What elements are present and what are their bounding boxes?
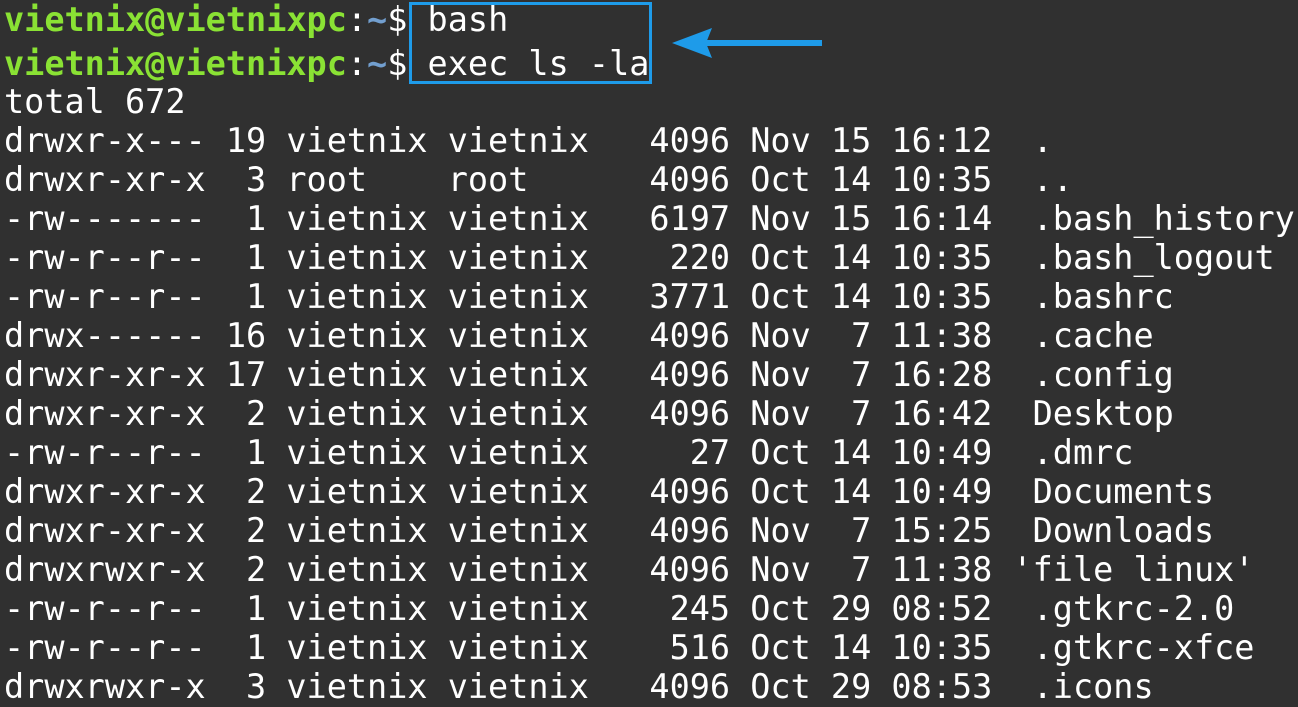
prompt-path: ~ (367, 0, 388, 39)
prompt-dollar: $ (387, 0, 408, 39)
prompt-separator: : (346, 44, 368, 83)
output-line: -rw-r--r-- 1 vietnix vietnix 220 Oct 14 … (4, 238, 1275, 277)
terminal-window[interactable]: vietnix@vietnixpc:~$ bash vietnix@vietni… (0, 0, 1298, 707)
command-highlight-box (409, 2, 652, 84)
output-line-total: total 672 (4, 82, 186, 121)
output-line: drwxr-xr-x 2 vietnix vietnix 4096 Oct 14… (4, 472, 1215, 511)
output-line: drwxrwxr-x 2 vietnix vietnix 4096 Nov 7 … (4, 550, 1255, 589)
output-line: drwxr-xr-x 2 vietnix vietnix 4096 Nov 7 … (4, 394, 1174, 433)
output-line: -rw------- 1 vietnix vietnix 6197 Nov 15… (4, 199, 1295, 238)
output-line: -rw-r--r-- 1 vietnix vietnix 245 Oct 29 … (4, 589, 1235, 628)
output-line: drwxr-xr-x 17 vietnix vietnix 4096 Nov 7… (4, 355, 1174, 394)
prompt-user-host: vietnix@vietnixpc (4, 0, 347, 39)
output-line: drwx------ 16 vietnix vietnix 4096 Nov 7… (4, 316, 1154, 355)
prompt-separator: : (346, 0, 368, 39)
output-line: drwxr-x--- 19 vietnix vietnix 4096 Nov 1… (4, 121, 1053, 160)
arrow-left-icon (672, 28, 822, 58)
prompt-user-host: vietnix@vietnixpc (4, 44, 347, 83)
output-line: drwxr-xr-x 2 vietnix vietnix 4096 Nov 7 … (4, 511, 1215, 550)
prompt-path: ~ (367, 44, 388, 83)
output-line: -rw-r--r-- 1 vietnix vietnix 3771 Oct 14… (4, 277, 1174, 316)
output-line: -rw-r--r-- 1 vietnix vietnix 516 Oct 14 … (4, 628, 1255, 667)
prompt-dollar: $ (387, 44, 408, 83)
output-line: drwxr-xr-x 3 root root 4096 Oct 14 10:35… (4, 160, 1073, 199)
output-line: drwxrwxr-x 3 vietnix vietnix 4096 Oct 29… (4, 667, 1154, 706)
output-line: -rw-r--r-- 1 vietnix vietnix 27 Oct 14 1… (4, 433, 1134, 472)
